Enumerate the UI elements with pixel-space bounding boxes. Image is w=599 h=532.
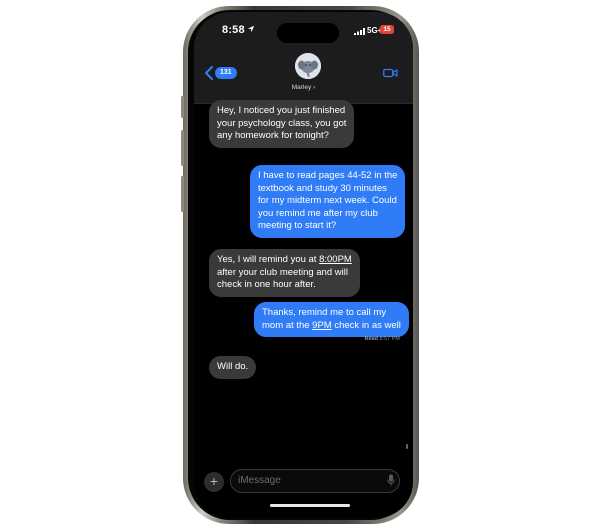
message-line: I have to read pages 44-52 in the xyxy=(258,170,398,181)
status-time: 8:58 xyxy=(222,24,245,36)
scroll-indicator[interactable] xyxy=(406,444,408,449)
message-line: for my midterm next week. Could xyxy=(258,195,397,207)
message-bubble-incoming[interactable]: Hey, I noticed you just finished your psy… xyxy=(209,100,355,148)
message-line: after your club meeting and will xyxy=(217,266,348,278)
message-bubble-incoming[interactable]: Yes, I will remind you at 8:00PM after yo… xyxy=(209,249,360,297)
message-line: you remind me after my club xyxy=(258,207,378,219)
message-line: mom at the 9PM check in as well xyxy=(262,320,401,333)
time-link[interactable]: 8:00PM xyxy=(319,254,352,265)
video-camera-icon[interactable] xyxy=(383,68,398,78)
dynamic-island xyxy=(277,23,339,43)
message-text: Yes, I will remind you at xyxy=(217,254,320,265)
message-line: textbook and study 30 minutes xyxy=(258,182,387,194)
unread-count-badge: 131 xyxy=(215,67,237,79)
message-bubble-incoming[interactable]: Will do. xyxy=(209,356,257,379)
home-indicator[interactable] xyxy=(270,504,350,507)
time-link[interactable]: 9PM xyxy=(312,320,332,331)
side-button xyxy=(181,96,184,118)
apps-plus-button[interactable]: + xyxy=(204,472,224,492)
phone-screen: 8:58 5G+ 15 131 Marley › Hey, I noticed … xyxy=(194,12,413,518)
message-line: any homework for tonight? xyxy=(217,130,329,142)
volume-up-button xyxy=(181,130,184,166)
battery-level: 15 xyxy=(380,25,394,34)
message-text: check in as well xyxy=(331,319,401,331)
message-line: your psychology class, you got xyxy=(217,117,347,129)
message-bubble-outgoing[interactable]: I have to read pages 44-52 in the textboo… xyxy=(250,165,406,238)
read-label: Read xyxy=(364,336,378,342)
read-receipt: Read 8:57 PM xyxy=(365,336,400,342)
message-bubble-outgoing[interactable]: Thanks, remind me to call my mom at the 9… xyxy=(254,302,409,338)
back-button[interactable]: 131 xyxy=(204,66,237,80)
message-line: meeting to start it? xyxy=(258,220,337,232)
message-line: Thanks, remind me to call my xyxy=(262,307,387,318)
cellular-signal-icon xyxy=(354,28,365,35)
stage: 8:58 5G+ 15 131 Marley › Hey, I noticed … xyxy=(0,0,599,532)
location-arrow-icon xyxy=(247,25,255,33)
message-text: mom at the xyxy=(262,319,313,331)
contact-name[interactable]: Marley › xyxy=(194,84,413,91)
message-line: Yes, I will remind you at 8:00PM xyxy=(217,254,352,267)
message-line: check in one hour after. xyxy=(217,279,316,291)
elephant-avatar-icon xyxy=(295,53,321,79)
message-line: Will do. xyxy=(217,361,249,372)
message-input[interactable]: iMessage xyxy=(230,469,400,493)
microphone-icon[interactable] xyxy=(387,474,395,486)
message-line: Hey, I noticed you just finished xyxy=(217,105,346,116)
volume-down-button xyxy=(181,176,184,212)
contact-avatar[interactable] xyxy=(295,53,321,79)
chevron-left-icon xyxy=(205,66,213,80)
read-time: 8:57 PM xyxy=(379,336,400,342)
